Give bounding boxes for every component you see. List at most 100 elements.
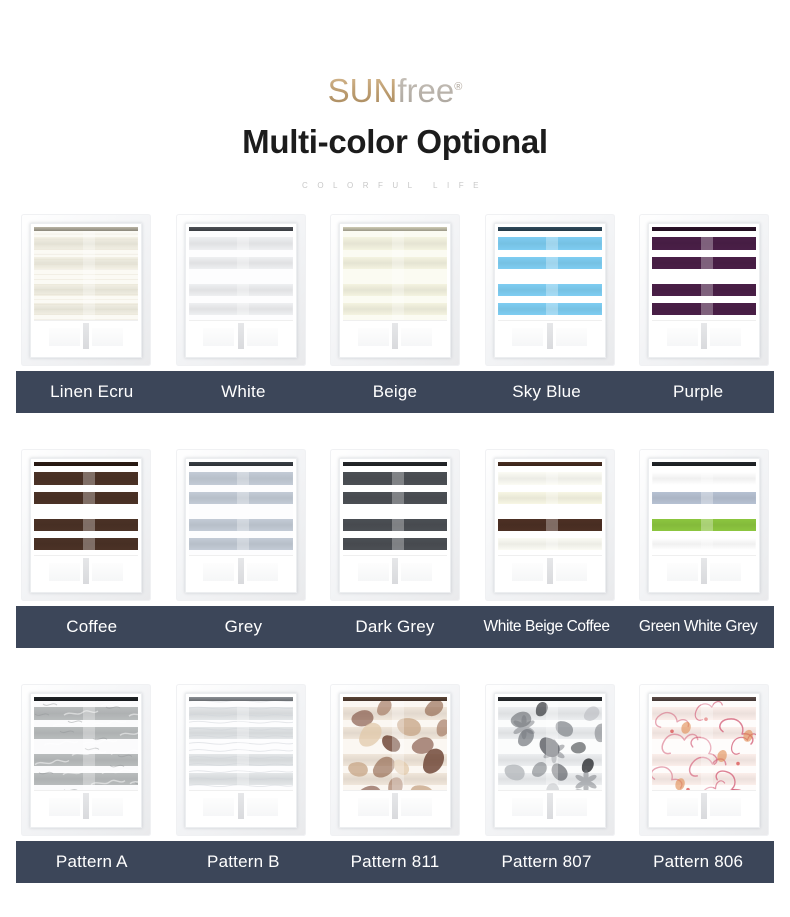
- blind-swatch-pattern-a[interactable]: [21, 684, 151, 836]
- product-cell[interactable]: [480, 214, 620, 366]
- control-cord[interactable]: [546, 793, 553, 819]
- product-cell[interactable]: [325, 449, 465, 601]
- product-cell[interactable]: [634, 214, 774, 366]
- band-sheer: [188, 485, 293, 492]
- band-opaque: [343, 753, 447, 767]
- band-opaque: [497, 518, 602, 532]
- blind-swatch-pattern-b[interactable]: [175, 684, 306, 836]
- band-sheer: [652, 250, 756, 257]
- control-cord[interactable]: [392, 558, 398, 584]
- band-opaque: [188, 753, 293, 767]
- sill-panel-left: [357, 563, 389, 581]
- control-cord[interactable]: [237, 793, 244, 819]
- control-cord[interactable]: [701, 558, 707, 584]
- band-sheer: [343, 504, 447, 519]
- sill-panel-right: [246, 798, 278, 816]
- color-label-bar-1: Linen Ecru White Beige Sky Blue Purple: [16, 371, 774, 413]
- blind-swatch-linen-ecru[interactable]: [21, 214, 151, 366]
- band-sheer: [497, 485, 602, 492]
- blind-swatch-white-beige-coffee[interactable]: [484, 449, 615, 601]
- control-cord[interactable]: [237, 323, 244, 349]
- blind-swatch-pattern-811[interactable]: [330, 684, 460, 836]
- headrail: [343, 227, 447, 231]
- control-cord[interactable]: [83, 323, 89, 349]
- product-cell[interactable]: [16, 684, 156, 836]
- control-cord[interactable]: [701, 793, 707, 819]
- product-cell[interactable]: [480, 449, 620, 601]
- control-cord[interactable]: [546, 323, 553, 349]
- page-title: Multi-color Optional: [242, 123, 548, 160]
- control-cord[interactable]: [701, 323, 707, 349]
- blind-swatch-purple[interactable]: [639, 214, 769, 366]
- product-cell[interactable]: [325, 214, 465, 366]
- sill-panel-left: [203, 798, 235, 816]
- window-sill-area: [34, 555, 138, 589]
- product-cell[interactable]: [325, 684, 465, 836]
- window-sill-area: [343, 555, 447, 589]
- band-sheer: [34, 250, 138, 257]
- band-opaque: [497, 726, 602, 740]
- blind-swatch-grey[interactable]: [175, 449, 306, 601]
- window-sill-area: [652, 320, 756, 354]
- window-sill-area: [652, 555, 756, 589]
- blind-fabric-area: [652, 462, 756, 589]
- band-opaque: [652, 706, 756, 721]
- blind-swatch-sky-blue[interactable]: [484, 214, 615, 366]
- logo-free-text: free: [397, 72, 455, 109]
- headrail: [652, 697, 756, 701]
- product-cell[interactable]: [171, 214, 311, 366]
- band-opaque: [34, 706, 138, 721]
- product-catalog-page: SUNfree® Multi-color Optional COLORFUL L…: [0, 0, 790, 917]
- headrail: [34, 697, 138, 701]
- blind-swatch-white[interactable]: [175, 214, 306, 366]
- blind-swatch-green-white-grey[interactable]: [639, 449, 769, 601]
- control-cord[interactable]: [546, 558, 553, 584]
- window-sill-area: [497, 790, 602, 824]
- blind-swatch-beige[interactable]: [330, 214, 460, 366]
- band-opaque: [497, 302, 602, 316]
- sill-panel-right: [92, 798, 124, 816]
- band-opaque: [497, 491, 602, 505]
- band-opaque: [34, 491, 138, 505]
- band-sheer: [188, 269, 293, 284]
- sill-panel-left: [48, 328, 80, 346]
- color-label-linen-ecru: Linen Ecru: [50, 382, 134, 401]
- band-opaque: [652, 753, 756, 767]
- product-cell[interactable]: [16, 214, 156, 366]
- band-opaque: [343, 491, 447, 505]
- product-cell[interactable]: [634, 449, 774, 601]
- sill-panel-left: [666, 563, 698, 581]
- blind-swatch-pattern-807[interactable]: [484, 684, 615, 836]
- headrail: [188, 697, 293, 701]
- band-sheer: [188, 504, 293, 519]
- blind-swatch-dark-grey[interactable]: [330, 449, 460, 601]
- band-sheer: [34, 296, 138, 303]
- control-cord[interactable]: [237, 558, 244, 584]
- control-cord[interactable]: [83, 793, 89, 819]
- band-opaque: [34, 772, 138, 786]
- window-sill-area: [34, 790, 138, 824]
- product-cell[interactable]: [171, 449, 311, 601]
- band-sheer: [652, 504, 756, 519]
- blind-fabric-area: [497, 462, 602, 589]
- control-cord[interactable]: [392, 323, 398, 349]
- page-subtitle: COLORFUL LIFE: [302, 181, 488, 190]
- product-image-row: [0, 684, 790, 836]
- blind-swatch-coffee[interactable]: [21, 449, 151, 601]
- product-cell[interactable]: [171, 684, 311, 836]
- product-cell[interactable]: [634, 684, 774, 836]
- band-opaque: [34, 283, 138, 297]
- product-cell[interactable]: [16, 449, 156, 601]
- sill-panel-left: [512, 798, 544, 816]
- sill-panel-left: [357, 328, 389, 346]
- blind-swatch-pattern-806[interactable]: [639, 684, 769, 836]
- band-sheer: [343, 269, 447, 284]
- logo-sun-text: SUN: [327, 72, 398, 109]
- control-cord[interactable]: [83, 558, 89, 584]
- control-cord[interactable]: [392, 793, 398, 819]
- window-sill-area: [343, 320, 447, 354]
- band-opaque: [497, 772, 602, 786]
- band-sheer: [343, 485, 447, 492]
- product-cell[interactable]: [480, 684, 620, 836]
- band-opaque: [652, 256, 756, 270]
